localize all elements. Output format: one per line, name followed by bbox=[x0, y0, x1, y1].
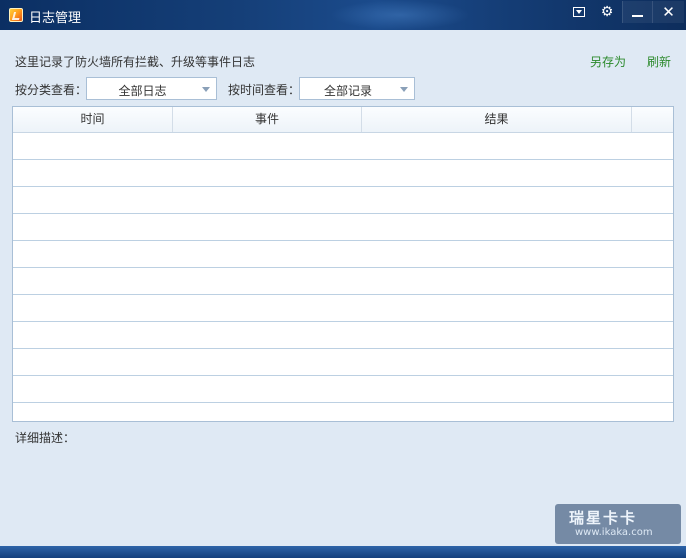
gear-icon: ⚙ bbox=[600, 4, 614, 20]
watermark-url: www.ikaka.com bbox=[575, 527, 653, 538]
time-filter-value: 全部记录 bbox=[323, 84, 372, 98]
table-row[interactable] bbox=[13, 133, 673, 160]
column-header-time[interactable]: 时间 bbox=[13, 107, 173, 132]
title-bar[interactable]: 日志管理 ⚙ ✕ bbox=[0, 0, 686, 30]
detail-description-label: 详细描述： bbox=[15, 431, 76, 445]
refresh-link[interactable]: 刷新 bbox=[647, 53, 671, 70]
settings-button[interactable]: ⚙ bbox=[594, 1, 620, 23]
category-filter-value: 全部日志 bbox=[118, 84, 167, 98]
log-table[interactable]: 时间 事件 结果 bbox=[12, 106, 674, 422]
dropdown-menu-icon bbox=[573, 7, 585, 17]
table-row[interactable] bbox=[13, 295, 673, 322]
close-button[interactable]: ✕ bbox=[652, 1, 684, 23]
watermark-brand: 瑞星卡卡 bbox=[569, 509, 638, 527]
minimize-icon bbox=[632, 15, 643, 17]
column-header-event[interactable]: 事件 bbox=[173, 107, 362, 132]
log-manager-panel: 这里记录了防火墙所有拦截、升级等事件日志 另存为 刷新 按分类查看： 全部日志 … bbox=[0, 30, 686, 546]
window-title: 日志管理 bbox=[29, 11, 82, 26]
chevron-down-icon bbox=[400, 87, 408, 92]
table-row[interactable] bbox=[13, 214, 673, 241]
chevron-down-icon bbox=[202, 87, 210, 92]
table-row[interactable] bbox=[13, 376, 673, 403]
title-glow bbox=[330, 0, 470, 30]
table-row[interactable] bbox=[13, 268, 673, 295]
close-icon: ✕ bbox=[662, 3, 675, 21]
page-description: 这里记录了防火墙所有拦截、升级等事件日志 bbox=[15, 55, 256, 69]
table-row[interactable] bbox=[13, 160, 673, 187]
column-header-extra bbox=[632, 107, 673, 132]
table-row[interactable] bbox=[13, 187, 673, 214]
save-as-link[interactable]: 另存为 bbox=[590, 53, 626, 70]
category-filter-label: 按分类查看： bbox=[15, 83, 88, 97]
table-header: 时间 事件 结果 bbox=[13, 107, 673, 133]
watermark: 瑞星卡卡 www.ikaka.com bbox=[555, 504, 681, 544]
table-row[interactable] bbox=[13, 241, 673, 268]
dropdown-menu-button[interactable] bbox=[566, 1, 592, 23]
time-filter-label: 按时间查看： bbox=[228, 83, 301, 97]
table-row[interactable] bbox=[13, 349, 673, 376]
column-header-result[interactable]: 结果 bbox=[362, 107, 632, 132]
app-logo-icon bbox=[9, 8, 23, 22]
table-row[interactable] bbox=[13, 403, 673, 421]
time-filter-dropdown[interactable]: 全部记录 bbox=[299, 77, 415, 100]
category-filter-dropdown[interactable]: 全部日志 bbox=[86, 77, 217, 100]
table-row[interactable] bbox=[13, 322, 673, 349]
bottom-bar bbox=[0, 546, 686, 558]
minimize-button[interactable] bbox=[622, 1, 652, 23]
